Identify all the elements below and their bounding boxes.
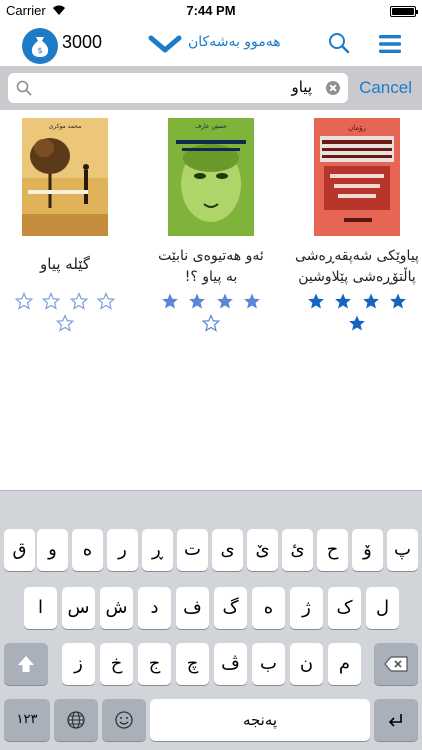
- clock: 7:44 PM: [186, 3, 236, 18]
- book-title: گێلە پیاو: [40, 255, 90, 273]
- star-empty-icon: [56, 314, 74, 332]
- coins-bag-icon[interactable]: $: [22, 28, 58, 64]
- key[interactable]: گ: [214, 587, 247, 629]
- category-selector[interactable]: هەموو بەشەکان: [142, 28, 322, 60]
- emoji-key[interactable]: [102, 699, 146, 741]
- star-empty-icon: [69, 292, 88, 310]
- rating-stars: [146, 292, 276, 336]
- search-query-text: پیاو: [291, 78, 312, 96]
- rating-stars: [0, 292, 130, 336]
- star-filled-icon: [162, 293, 179, 309]
- chevron-down-icon: [148, 35, 182, 53]
- globe-key[interactable]: [54, 699, 98, 741]
- keyboard: پ ۆ ح ئ ێ ی ت ڕ ر ە و ق ل ک ژ ه گ ف د ش …: [0, 490, 422, 750]
- shift-icon: [18, 656, 34, 672]
- magnifier-icon: [16, 80, 32, 96]
- key[interactable]: ر: [107, 529, 138, 571]
- key[interactable]: ۆ: [352, 529, 383, 571]
- svg-text:حسێن عارف: حسێن عارف: [195, 123, 227, 130]
- book-card[interactable]: رۆمان پیاوێکی شەپقەڕەشی پاڵتۆڕەشی پێلاوش…: [292, 118, 422, 331]
- key[interactable]: خ: [100, 643, 133, 685]
- key[interactable]: ە: [72, 529, 103, 571]
- star-empty-icon: [15, 292, 34, 310]
- category-title: هەموو بەشەکان: [188, 34, 281, 50]
- globe-icon: [67, 711, 85, 729]
- star-filled-icon: [243, 293, 260, 309]
- key[interactable]: ق: [4, 529, 35, 571]
- key[interactable]: ز: [62, 643, 95, 685]
- book-cover[interactable]: محمد موکری: [22, 118, 108, 236]
- coins-balance: 3000: [62, 32, 103, 52]
- search-icon[interactable]: [328, 32, 350, 54]
- key[interactable]: ی: [212, 529, 243, 571]
- star-empty-icon: [202, 314, 220, 332]
- nav-bar: $ 3000 هەموو بەشەکان: [0, 22, 422, 66]
- key[interactable]: ه: [252, 587, 285, 629]
- key[interactable]: چ: [176, 643, 209, 685]
- key[interactable]: م: [328, 643, 361, 685]
- key[interactable]: ت: [177, 529, 208, 571]
- key[interactable]: ش: [100, 587, 133, 629]
- book-title: پیاوێکی شەپقەڕەشی پاڵتۆڕەشی پێلاوشین: [295, 248, 419, 285]
- key[interactable]: ا: [24, 587, 57, 629]
- book-cover[interactable]: حسێن عارف: [168, 118, 254, 236]
- star-filled-icon: [389, 293, 406, 309]
- clear-icon[interactable]: [326, 81, 340, 95]
- key[interactable]: ل: [366, 587, 399, 629]
- star-filled-icon: [362, 293, 379, 309]
- key[interactable]: ڕ: [142, 529, 173, 571]
- star-empty-icon: [42, 292, 61, 310]
- key[interactable]: ف: [176, 587, 209, 629]
- delete-key[interactable]: [374, 643, 418, 685]
- key[interactable]: ئ: [282, 529, 313, 571]
- status-bar: Carrier 7:44 PM: [0, 0, 422, 22]
- star-filled-icon: [189, 293, 206, 309]
- star-filled-icon: [216, 293, 233, 309]
- emoji-icon: [115, 711, 133, 729]
- rating-stars: [292, 292, 422, 336]
- return-key[interactable]: [374, 699, 418, 741]
- search-bar: پیاو Cancel: [0, 66, 422, 110]
- battery-icon: [390, 6, 418, 17]
- svg-text:محمد موکری: محمد موکری: [49, 123, 82, 130]
- key[interactable]: ن: [290, 643, 323, 685]
- book-title: ئەو هەتیوەی نابێت بە پیاو ؟!: [158, 248, 264, 285]
- key[interactable]: پ: [387, 529, 418, 571]
- book-card[interactable]: محمد موکری گێلە پیاو: [0, 118, 130, 332]
- key[interactable]: ێ: [247, 529, 278, 571]
- return-icon: [388, 714, 402, 727]
- space-key[interactable]: پەنجە: [150, 699, 370, 741]
- backspace-icon: [384, 656, 408, 672]
- key[interactable]: ک: [328, 587, 361, 629]
- book-card[interactable]: حسێن عارف ئەو هەتیوەی نابێت بە پیاو ؟!: [146, 118, 276, 332]
- svg-text:رۆمان: رۆمان: [348, 124, 366, 132]
- key[interactable]: د: [138, 587, 171, 629]
- key[interactable]: و: [37, 529, 68, 571]
- key[interactable]: س: [62, 587, 95, 629]
- key[interactable]: ڤ: [214, 643, 247, 685]
- numbers-key[interactable]: ١٢٣: [4, 699, 50, 741]
- key[interactable]: ج: [138, 643, 171, 685]
- menu-icon[interactable]: [378, 32, 402, 56]
- cancel-button[interactable]: Cancel: [359, 78, 412, 98]
- key[interactable]: ژ: [290, 587, 323, 629]
- svg-text:$: $: [37, 46, 42, 55]
- search-input[interactable]: پیاو: [8, 73, 348, 103]
- key[interactable]: ب: [252, 643, 285, 685]
- shift-key[interactable]: [4, 643, 48, 685]
- book-cover[interactable]: رۆمان: [314, 118, 400, 236]
- star-filled-icon: [349, 315, 365, 331]
- star-empty-icon: [96, 292, 115, 310]
- star-filled-icon: [335, 293, 352, 309]
- key[interactable]: ح: [317, 529, 348, 571]
- star-filled-icon: [308, 293, 325, 309]
